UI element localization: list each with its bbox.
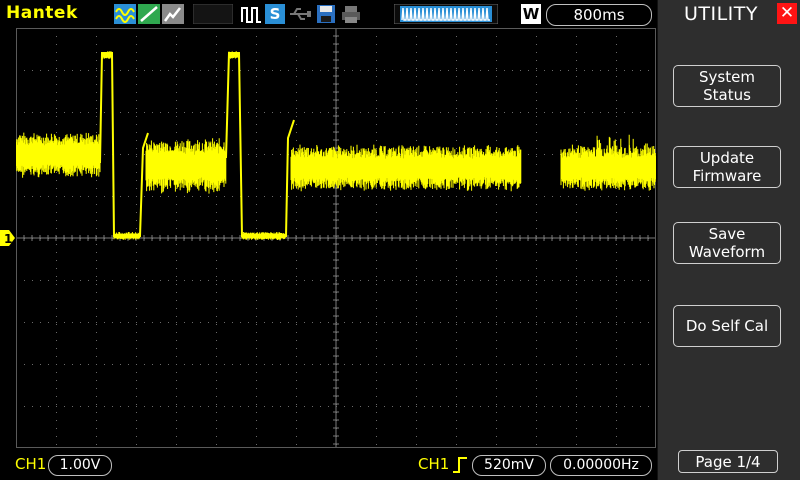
ch1-volts-div[interactable]: 1.00V <box>48 455 112 476</box>
top-status-bar: Hantek S W 800ms <box>0 0 655 28</box>
system-status-button[interactable]: System Status <box>673 65 781 107</box>
waveform-display <box>16 28 656 448</box>
do-self-cal-button[interactable]: Do Self Cal <box>673 305 781 347</box>
trigger-level[interactable]: 520mV <box>472 455 546 476</box>
ch1-label: CH1 <box>15 455 47 473</box>
brand-logo: Hantek <box>6 3 78 23</box>
print-icon[interactable] <box>340 4 362 24</box>
timebase-display[interactable]: 800ms <box>546 4 652 26</box>
ch1-level-marker[interactable]: 1 <box>0 229 16 247</box>
waveform-mode-icon <box>114 4 184 24</box>
trigger-source: CH1 <box>418 455 450 473</box>
single-trigger-icon[interactable]: S <box>265 4 285 24</box>
update-firmware-button[interactable]: Update Firmware <box>673 146 781 188</box>
usb-icon <box>290 8 311 20</box>
menu-title: UTILITY <box>683 3 759 25</box>
trigger-frequency: 0.00000Hz <box>550 455 652 476</box>
window-zoom-icon[interactable]: W <box>521 4 541 24</box>
display-indicator-icon <box>193 4 233 24</box>
rising-edge-icon <box>453 457 467 473</box>
page-button[interactable]: Page 1/4 <box>678 450 778 473</box>
svg-text:1: 1 <box>4 232 12 246</box>
run-stop-icon[interactable] <box>240 4 262 24</box>
close-icon[interactable]: ✕ <box>777 3 797 24</box>
memory-window-icon <box>394 4 498 24</box>
save-icon[interactable] <box>315 4 337 24</box>
save-waveform-button[interactable]: Save Waveform <box>673 222 781 264</box>
